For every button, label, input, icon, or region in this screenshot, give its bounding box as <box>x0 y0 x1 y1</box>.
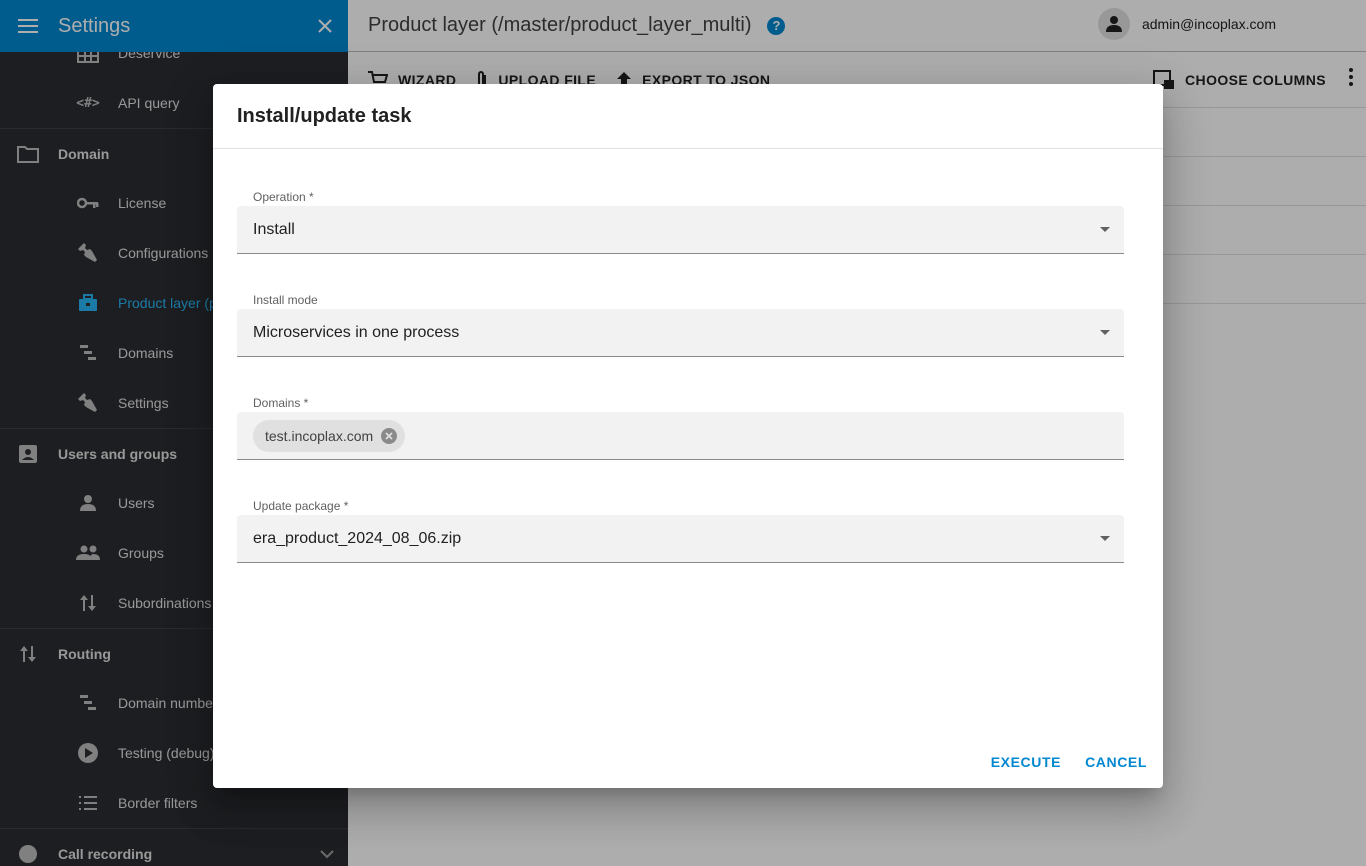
operation-field: Operation * Install <box>237 188 1124 254</box>
install-mode-value: Microservices in one process <box>253 323 460 341</box>
dialog-actions: EXECUTE CANCEL <box>967 754 1147 770</box>
operation-label: Operation * <box>253 190 314 204</box>
install-mode-label: Install mode <box>253 293 318 307</box>
domain-chip[interactable]: test.incoplax.com <box>253 419 406 452</box>
update-package-label: Update package * <box>253 499 349 513</box>
update-package-value: era_product_2024_08_06.zip <box>253 529 462 547</box>
dropdown-arrow-icon <box>1100 536 1110 541</box>
operation-select[interactable]: Install <box>237 206 1124 254</box>
domains-chip-input[interactable]: test.incoplax.com <box>237 412 1124 460</box>
execute-button[interactable]: EXECUTE <box>991 754 1061 770</box>
dialog-title: Install/update task <box>237 104 412 127</box>
domains-field: Domains * test.incoplax.com <box>237 394 1124 460</box>
domain-chip-label: test.incoplax.com <box>265 427 374 444</box>
operation-value: Install <box>253 220 295 238</box>
domains-label: Domains * <box>253 396 309 410</box>
update-package-select[interactable]: era_product_2024_08_06.zip <box>237 515 1124 563</box>
update-package-field: Update package * era_product_2024_08_06.… <box>237 497 1124 563</box>
chip-remove-icon[interactable] <box>381 427 398 444</box>
install-mode-field: Install mode Microservices in one proces… <box>237 291 1124 357</box>
dropdown-arrow-icon <box>1100 330 1110 335</box>
install-update-dialog: Install/update task Operation * Install … <box>213 84 1163 788</box>
dropdown-arrow-icon <box>1100 227 1110 232</box>
dialog-header: Install/update task <box>213 84 1163 149</box>
cancel-button[interactable]: CANCEL <box>1085 754 1147 770</box>
install-mode-select[interactable]: Microservices in one process <box>237 309 1124 357</box>
